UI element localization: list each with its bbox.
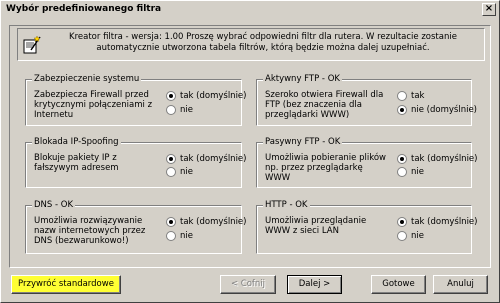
group-dns: DNS - OK Umożliwia rozwiązywanie nazw in… (25, 200, 246, 254)
radio-label: nie (411, 167, 424, 177)
next-button[interactable]: Dalej > (287, 275, 342, 294)
radio-label: tak (411, 91, 425, 101)
radio-label: tak (domyślnie) (411, 154, 478, 164)
radio-option-no[interactable]: nie (166, 104, 256, 116)
group-title: DNS - OK (32, 200, 76, 211)
group-passive-ftp: Pasywny FTP - OK Umożliwia pobieranie pl… (256, 137, 477, 188)
back-button[interactable]: < Cofnij (220, 275, 276, 294)
group-http: HTTP - OK Umożliwia przeglądanie WWW z s… (256, 200, 477, 254)
info-text: Kreator filtra - wersja: 1.00 Proszę wyb… (69, 32, 457, 53)
group-description: Zabezpiecza Firewall przed krytycznymi p… (34, 90, 153, 120)
dialog-window: Wybór predefiniowanego filtra × Kreator … (0, 0, 500, 303)
radio-label: nie (411, 231, 424, 241)
radio-unchecked-icon (397, 91, 407, 101)
group-title: Blokada IP-Spoofing (32, 137, 121, 148)
group-ip-spoofing: Blokada IP-Spoofing Blokuje pakiety IP z… (25, 137, 246, 188)
info-box: Kreator filtra - wersja: 1.00 Proszę wyb… (17, 28, 485, 61)
radio-label: tak (domyślnie) (180, 91, 247, 101)
group-description: Blokuje pakiety IP z fałszywym adresem (34, 153, 119, 173)
radio-label: tak (domyślnie) (180, 217, 247, 227)
radio-unchecked-icon (397, 167, 407, 177)
radio-checked-icon (397, 105, 407, 115)
radio-unchecked-icon (166, 167, 176, 177)
group-title: Zabezpieczenie systemu (32, 74, 142, 85)
radio-option-yes[interactable]: tak (397, 90, 487, 102)
radio-label: nie (180, 231, 193, 241)
radio-option-no[interactable]: nie (domyślnie) (397, 104, 487, 116)
group-description: Umożliwia pobieranie plików np. przez pr… (265, 153, 386, 183)
radio-checked-icon (166, 154, 176, 164)
group-title: Pasywny FTP - OK (263, 137, 343, 148)
group-active-ftp: Aktywny FTP - OK Szeroko otwiera Firewal… (256, 74, 477, 126)
cancel-button[interactable]: Anuluj (433, 275, 488, 294)
radio-label: tak (domyślnie) (411, 217, 478, 227)
radio-checked-icon (166, 91, 176, 101)
radio-label: nie (domyślnie) (411, 105, 477, 115)
radio-option-yes[interactable]: tak (domyślnie) (166, 90, 256, 102)
group-description: Umożliwia rozwiązywanie nazw internetowy… (34, 216, 146, 246)
group-system-protection: Zabezpieczenie systemu Zabezpiecza Firew… (25, 74, 246, 126)
radio-option-no[interactable]: nie (166, 166, 256, 178)
finish-button[interactable]: Gotowe (371, 275, 426, 294)
radio-label: nie (180, 105, 193, 115)
group-description: Szeroko otwiera Firewall dla FTP (bez zn… (265, 90, 384, 120)
radio-label: nie (180, 167, 193, 177)
radio-unchecked-icon (397, 231, 407, 241)
radio-option-no[interactable]: nie (397, 166, 487, 178)
radio-option-yes[interactable]: tak (domyślnie) (397, 216, 487, 228)
group-title: Aktywny FTP - OK (263, 74, 342, 85)
radio-option-no[interactable]: nie (397, 230, 487, 242)
radio-unchecked-icon (166, 231, 176, 241)
radio-option-yes[interactable]: tak (domyślnie) (166, 153, 256, 165)
window-title: Wybór predefiniowanego filtra (6, 4, 162, 14)
radio-checked-icon (397, 154, 407, 164)
close-icon: × (484, 3, 494, 14)
radio-label: tak (domyślnie) (180, 154, 247, 164)
radio-option-yes[interactable]: tak (domyślnie) (397, 153, 487, 165)
wizard-icon (23, 35, 41, 54)
radio-option-no[interactable]: nie (166, 230, 256, 242)
radio-checked-icon (397, 217, 407, 227)
close-button[interactable]: × (482, 3, 496, 16)
radio-checked-icon (166, 217, 176, 227)
radio-unchecked-icon (166, 105, 176, 115)
group-title: HTTP - OK (263, 200, 310, 211)
radio-option-yes[interactable]: tak (domyślnie) (166, 216, 256, 228)
restore-defaults-button[interactable]: Przywróć standardowe (11, 275, 121, 294)
group-description: Umożliwia przeglądanie WWW z sieci LAN (265, 216, 367, 236)
title-bar: Wybór predefiniowanego filtra × (2, 2, 498, 17)
